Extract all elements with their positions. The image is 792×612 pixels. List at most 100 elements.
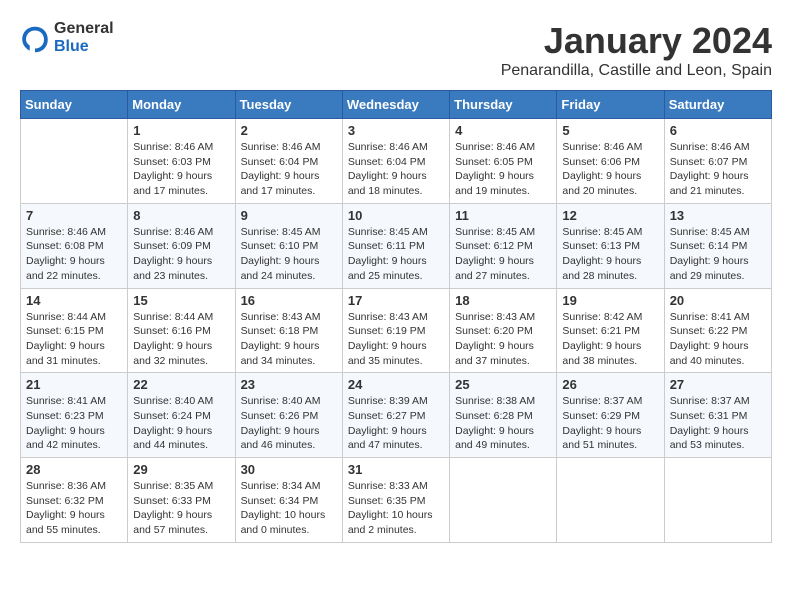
day-number: 1	[133, 123, 229, 138]
sunrise-info: Sunrise: 8:44 AM	[26, 310, 122, 325]
calendar-cell	[557, 458, 664, 543]
sunset-info: Sunset: 6:21 PM	[562, 324, 658, 339]
calendar-cell: 11Sunrise: 8:45 AMSunset: 6:12 PMDayligh…	[450, 203, 557, 288]
calendar-cell: 28Sunrise: 8:36 AMSunset: 6:32 PMDayligh…	[21, 458, 128, 543]
daylight-info: Daylight: 9 hours and 25 minutes.	[348, 254, 444, 283]
day-info: Sunrise: 8:33 AMSunset: 6:35 PMDaylight:…	[348, 479, 444, 538]
day-info: Sunrise: 8:43 AMSunset: 6:18 PMDaylight:…	[241, 310, 337, 369]
calendar-cell: 7Sunrise: 8:46 AMSunset: 6:08 PMDaylight…	[21, 203, 128, 288]
day-info: Sunrise: 8:46 AMSunset: 6:08 PMDaylight:…	[26, 225, 122, 284]
calendar-cell: 1Sunrise: 8:46 AMSunset: 6:03 PMDaylight…	[128, 119, 235, 204]
sunset-info: Sunset: 6:34 PM	[241, 494, 337, 509]
calendar-cell: 18Sunrise: 8:43 AMSunset: 6:20 PMDayligh…	[450, 288, 557, 373]
daylight-info: Daylight: 10 hours and 2 minutes.	[348, 508, 444, 537]
day-info: Sunrise: 8:37 AMSunset: 6:31 PMDaylight:…	[670, 394, 766, 453]
daylight-info: Daylight: 9 hours and 37 minutes.	[455, 339, 551, 368]
day-number: 24	[348, 377, 444, 392]
sunset-info: Sunset: 6:06 PM	[562, 155, 658, 170]
weekday-header-row: SundayMondayTuesdayWednesdayThursdayFrid…	[21, 91, 772, 119]
day-number: 19	[562, 293, 658, 308]
sunrise-info: Sunrise: 8:36 AM	[26, 479, 122, 494]
daylight-info: Daylight: 9 hours and 47 minutes.	[348, 424, 444, 453]
day-number: 2	[241, 123, 337, 138]
week-row-3: 21Sunrise: 8:41 AMSunset: 6:23 PMDayligh…	[21, 373, 772, 458]
calendar-cell: 17Sunrise: 8:43 AMSunset: 6:19 PMDayligh…	[342, 288, 449, 373]
sunset-info: Sunset: 6:31 PM	[670, 409, 766, 424]
calendar-cell: 5Sunrise: 8:46 AMSunset: 6:06 PMDaylight…	[557, 119, 664, 204]
calendar-cell: 23Sunrise: 8:40 AMSunset: 6:26 PMDayligh…	[235, 373, 342, 458]
calendar-cell: 30Sunrise: 8:34 AMSunset: 6:34 PMDayligh…	[235, 458, 342, 543]
day-number: 15	[133, 293, 229, 308]
sunrise-info: Sunrise: 8:46 AM	[348, 140, 444, 155]
day-number: 12	[562, 208, 658, 223]
daylight-info: Daylight: 9 hours and 21 minutes.	[670, 169, 766, 198]
day-info: Sunrise: 8:38 AMSunset: 6:28 PMDaylight:…	[455, 394, 551, 453]
day-info: Sunrise: 8:35 AMSunset: 6:33 PMDaylight:…	[133, 479, 229, 538]
day-number: 20	[670, 293, 766, 308]
day-info: Sunrise: 8:41 AMSunset: 6:23 PMDaylight:…	[26, 394, 122, 453]
calendar-cell	[21, 119, 128, 204]
sunrise-info: Sunrise: 8:46 AM	[455, 140, 551, 155]
sunrise-info: Sunrise: 8:45 AM	[562, 225, 658, 240]
calendar-cell: 8Sunrise: 8:46 AMSunset: 6:09 PMDaylight…	[128, 203, 235, 288]
calendar-cell: 31Sunrise: 8:33 AMSunset: 6:35 PMDayligh…	[342, 458, 449, 543]
sunset-info: Sunset: 6:11 PM	[348, 239, 444, 254]
daylight-info: Daylight: 9 hours and 34 minutes.	[241, 339, 337, 368]
day-number: 22	[133, 377, 229, 392]
daylight-info: Daylight: 9 hours and 29 minutes.	[670, 254, 766, 283]
daylight-info: Daylight: 9 hours and 44 minutes.	[133, 424, 229, 453]
sunset-info: Sunset: 6:04 PM	[241, 155, 337, 170]
day-info: Sunrise: 8:46 AMSunset: 6:05 PMDaylight:…	[455, 140, 551, 199]
title-section: January 2024 Penarandilla, Castille and …	[501, 20, 772, 80]
day-info: Sunrise: 8:42 AMSunset: 6:21 PMDaylight:…	[562, 310, 658, 369]
calendar-cell: 29Sunrise: 8:35 AMSunset: 6:33 PMDayligh…	[128, 458, 235, 543]
daylight-info: Daylight: 9 hours and 17 minutes.	[241, 169, 337, 198]
sunrise-info: Sunrise: 8:43 AM	[241, 310, 337, 325]
logo: General Blue	[20, 20, 114, 55]
week-row-0: 1Sunrise: 8:46 AMSunset: 6:03 PMDaylight…	[21, 119, 772, 204]
daylight-info: Daylight: 9 hours and 51 minutes.	[562, 424, 658, 453]
sunset-info: Sunset: 6:24 PM	[133, 409, 229, 424]
calendar-cell: 14Sunrise: 8:44 AMSunset: 6:15 PMDayligh…	[21, 288, 128, 373]
daylight-info: Daylight: 9 hours and 28 minutes.	[562, 254, 658, 283]
day-info: Sunrise: 8:45 AMSunset: 6:14 PMDaylight:…	[670, 225, 766, 284]
sunrise-info: Sunrise: 8:45 AM	[241, 225, 337, 240]
sunrise-info: Sunrise: 8:43 AM	[348, 310, 444, 325]
weekday-header-saturday: Saturday	[664, 91, 771, 119]
sunrise-info: Sunrise: 8:37 AM	[670, 394, 766, 409]
day-number: 13	[670, 208, 766, 223]
day-number: 6	[670, 123, 766, 138]
calendar-cell: 25Sunrise: 8:38 AMSunset: 6:28 PMDayligh…	[450, 373, 557, 458]
week-row-1: 7Sunrise: 8:46 AMSunset: 6:08 PMDaylight…	[21, 203, 772, 288]
header: General Blue January 2024 Penarandilla, …	[20, 20, 772, 80]
day-number: 23	[241, 377, 337, 392]
logo-icon	[20, 23, 50, 53]
sunrise-info: Sunrise: 8:37 AM	[562, 394, 658, 409]
sunset-info: Sunset: 6:08 PM	[26, 239, 122, 254]
day-info: Sunrise: 8:46 AMSunset: 6:09 PMDaylight:…	[133, 225, 229, 284]
sunset-info: Sunset: 6:22 PM	[670, 324, 766, 339]
calendar-cell: 6 Sunrise: 8:46 AMSunset: 6:07 PMDaylight…	[664, 119, 771, 204]
day-info: Sunrise: 8:46 AMSunset: 6:07 PMDaylight:…	[670, 140, 766, 199]
sunset-info: Sunset: 6:26 PM	[241, 409, 337, 424]
sunset-info: Sunset: 6:07 PM	[670, 155, 766, 170]
calendar-table: SundayMondayTuesdayWednesdayThursdayFrid…	[20, 90, 772, 543]
sunset-info: Sunset: 6:09 PM	[133, 239, 229, 254]
daylight-info: Daylight: 10 hours and 0 minutes.	[241, 508, 337, 537]
calendar-cell: 9Sunrise: 8:45 AMSunset: 6:10 PMDaylight…	[235, 203, 342, 288]
day-number: 4	[455, 123, 551, 138]
daylight-info: Daylight: 9 hours and 55 minutes.	[26, 508, 122, 537]
sunrise-info: Sunrise: 8:35 AM	[133, 479, 229, 494]
sunrise-info: Sunrise: 8:46 AM	[241, 140, 337, 155]
sunset-info: Sunset: 6:12 PM	[455, 239, 551, 254]
sunrise-info: Sunrise: 8:33 AM	[348, 479, 444, 494]
day-number: 26	[562, 377, 658, 392]
sunrise-info: Sunrise: 8:45 AM	[348, 225, 444, 240]
sunset-info: Sunset: 6:32 PM	[26, 494, 122, 509]
sunset-info: Sunset: 6:15 PM	[26, 324, 122, 339]
daylight-info: Daylight: 9 hours and 42 minutes.	[26, 424, 122, 453]
sunrise-info: Sunrise: 8:46 AM	[26, 225, 122, 240]
sunrise-info: Sunrise: 8:38 AM	[455, 394, 551, 409]
daylight-info: Daylight: 9 hours and 57 minutes.	[133, 508, 229, 537]
day-number: 18	[455, 293, 551, 308]
